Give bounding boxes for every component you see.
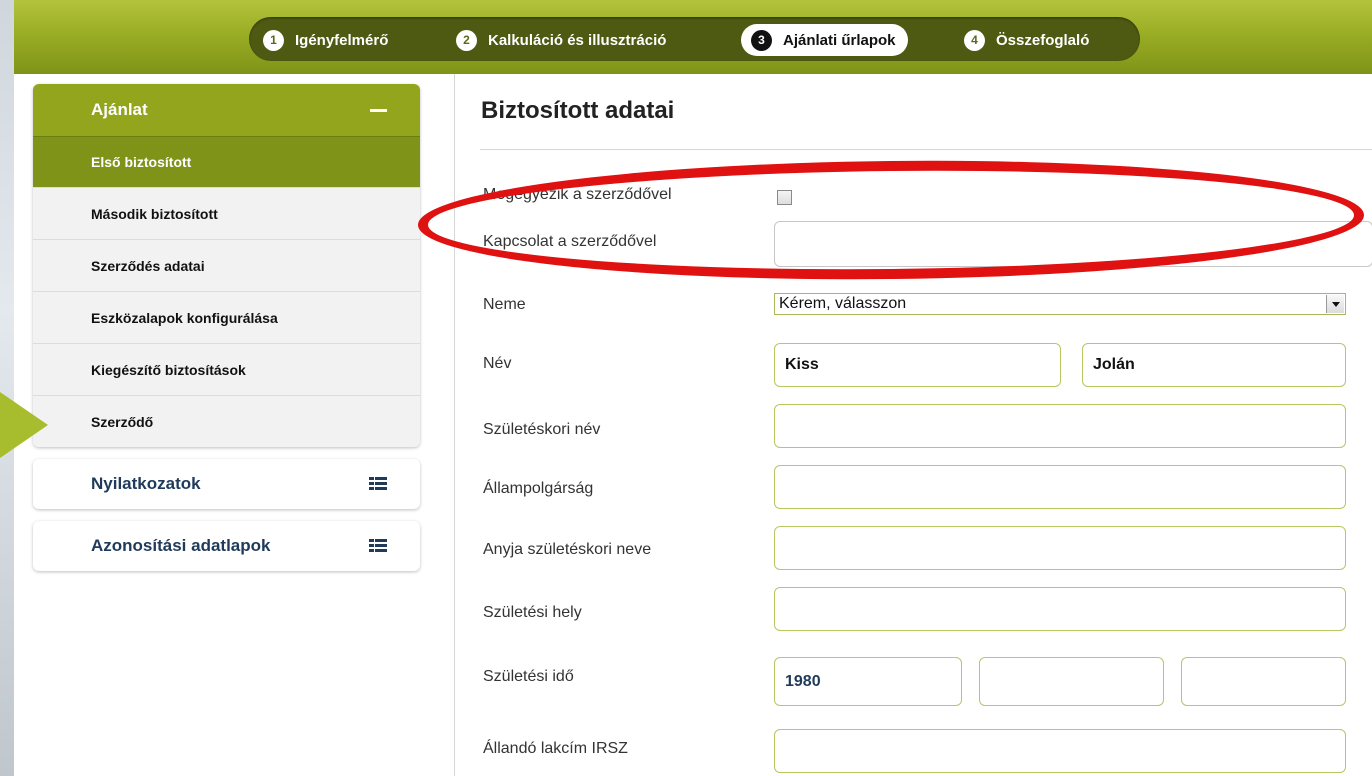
step-number: 1 [263,29,284,51]
szuletesi-nap-input[interactable] [1181,657,1346,706]
sidebar-item-kiegeszito[interactable]: Kiegészítő biztosítások [33,343,420,395]
allampolgarsag-input[interactable] [774,465,1346,509]
sidebar-item-label: Első biztosított [91,154,192,170]
step-label: Igényfelmérő [295,31,389,49]
panel-azonositasi[interactable]: Azonosítási adatlapok [33,521,420,571]
step-igenyfelmero[interactable]: 1 Igényfelmérő [263,24,388,56]
sidebar-item-masodik-biztositott[interactable]: Második biztosított [33,187,420,239]
step-number: 4 [964,29,985,51]
szuletesi-hely-input[interactable] [774,587,1346,631]
sidebar: Ajánlat Első biztosított Második biztosí… [33,84,420,571]
page-title: Biztosított adatai [481,97,675,124]
sidebar-item-label: Szerződés adatai [91,257,205,274]
step-label: Kalkuláció és illusztráció [488,31,667,49]
step-number: 3 [751,29,772,51]
panel-title: Nyilatkozatok [91,474,201,493]
anyja-neve-input[interactable] [774,526,1346,570]
sidebar-item-eszkozalapok[interactable]: Eszközalapok konfigurálása [33,291,420,343]
list-icon[interactable] [369,539,387,553]
panel-nyilatkozatok[interactable]: Nyilatkozatok [33,459,420,509]
step-label: Ajánlati űrlapok [783,31,896,49]
irsz-label: Állandó lakcím IRSZ [483,740,628,757]
sidebar-item-label: Kiegészítő biztosítások [91,361,246,378]
keresztnev-input[interactable]: Jolán [1082,343,1346,387]
pointer-arrow-icon [0,392,48,458]
collapse-icon[interactable] [370,108,387,112]
szuletesi-nev-label: Születéskori név [483,421,601,438]
megegyezik-label: Megegyezik a szerződővel [483,186,672,203]
panel-ajanlat: Ajánlat Első biztosított Második biztosí… [33,84,420,447]
sidebar-item-elso-biztositott[interactable]: Első biztosított [33,136,420,187]
step-label: Összefoglaló [996,31,1090,49]
allampolgarsag-label: Állampolgárság [483,480,594,497]
sidebar-item-szerzodo[interactable]: Szerződő [33,395,420,447]
szuletesi-ido-label: Születési idő [483,668,574,685]
panel-ajanlat-header[interactable]: Ajánlat [33,84,420,136]
nev-label: Név [483,355,512,372]
neme-label: Neme [483,296,526,313]
megegyezik-checkbox[interactable] [777,190,792,205]
panel-nyilatkozatok-header[interactable]: Nyilatkozatok [33,459,420,509]
panel-title: Azonosítási adatlapok [91,536,271,555]
step-number: 2 [456,29,477,51]
chevron-down-icon[interactable] [1326,295,1344,313]
sidebar-item-label: Szerződő [91,413,154,430]
neme-selected-value: Kérem, válasszon [779,295,907,312]
step-kalkulacio[interactable]: 2 Kalkuláció és illusztráció [456,24,666,56]
szuletesi-ev-input[interactable]: 1980 [774,657,962,706]
sidebar-item-label: Eszközalapok konfigurálása [91,309,278,326]
vezeteknev-input[interactable]: Kiss [774,343,1061,387]
neme-select[interactable]: Kérem, válasszon [774,293,1346,315]
main-form-area: Biztosított adatai Megegyezik a szerződő… [454,74,1372,776]
szuletesi-ev-value: 1980 [785,672,821,690]
title-divider [480,149,1372,150]
kapcsolat-input[interactable] [774,221,1372,267]
panel-azonositasi-header[interactable]: Azonosítási adatlapok [33,521,420,571]
background-edge [0,0,14,776]
kapcsolat-label: Kapcsolat a szerződővel [483,233,657,250]
step-osszefoglalo[interactable]: 4 Összefoglaló [964,24,1089,56]
step-ajanlati-urlapok[interactable]: 3 Ajánlati űrlapok [741,24,908,56]
szuletesi-ho-input[interactable] [979,657,1164,706]
szuletesi-hely-label: Születési hely [483,604,582,621]
anyja-neve-label: Anyja születéskori neve [483,541,652,558]
szuletesi-nev-input[interactable] [774,404,1346,448]
panel-title: Ajánlat [91,100,148,119]
list-icon[interactable] [369,477,387,491]
sidebar-item-szerzodes-adatai[interactable]: Szerződés adatai [33,239,420,291]
irsz-input[interactable] [774,729,1346,773]
sidebar-item-label: Második biztosított [91,205,218,222]
